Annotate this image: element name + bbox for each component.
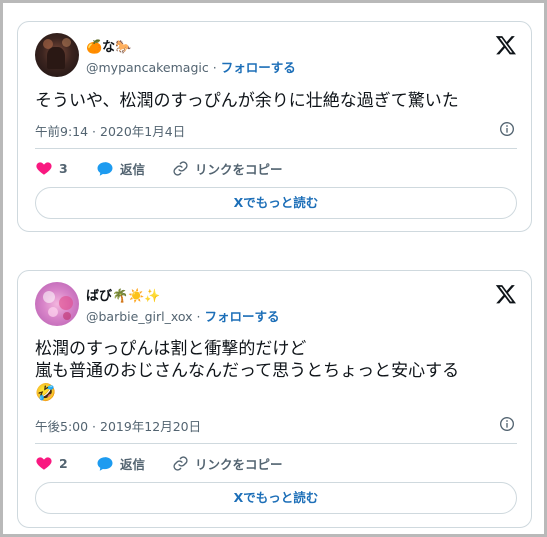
speech-bubble-icon — [97, 161, 113, 176]
link-icon — [173, 456, 188, 471]
tweet-text-line: 🤣 — [35, 383, 57, 403]
like-count: 2 — [59, 455, 68, 471]
divider — [35, 148, 517, 149]
avatar[interactable] — [35, 282, 79, 326]
timestamp[interactable]: 午後5:00 · 2019年12月20日 — [35, 416, 201, 435]
user-handle[interactable]: @mypancakemagic — [86, 60, 209, 75]
heart-icon — [36, 457, 52, 470]
copy-link-button[interactable]: リンクをコピー — [172, 159, 283, 178]
follow-button[interactable]: フォローする — [221, 60, 296, 75]
read-more-button[interactable]: Xでもっと読む — [35, 482, 517, 514]
timestamp[interactable]: 午前9:14 · 2020年1月4日 — [35, 121, 185, 140]
link-icon — [173, 161, 188, 176]
tweet-text: 松潤のすっぴんは割と衝撃的だけど 嵐も普通のおじさんなんだって思うとちょっと安心… — [35, 338, 459, 404]
embed-frame: 🍊な🐎 @mypancakemagic · フォローする そういや、松潤のすっぴ… — [0, 0, 547, 537]
like-count: 3 — [59, 160, 68, 176]
separator: · — [196, 309, 201, 324]
avatar[interactable] — [35, 33, 79, 77]
follow-button[interactable]: フォローする — [204, 309, 279, 324]
separator: · — [212, 60, 217, 75]
copy-link-label: リンクをコピー — [195, 162, 283, 177]
tweet-card[interactable]: 🍊な🐎 @mypancakemagic · フォローする そういや、松潤のすっぴ… — [17, 21, 532, 232]
like-button[interactable]: 2 — [35, 454, 68, 472]
tweet-text-line: そういや、松潤のすっぴんが余りに壮絶な過ぎて驚いた — [35, 91, 459, 111]
display-name[interactable]: ばび🌴☀️✨ — [86, 285, 161, 304]
x-logo-icon[interactable] — [495, 34, 517, 56]
reply-label: 返信 — [120, 457, 146, 472]
tweet-text-line: 嵐も普通のおじさんなんだって思うとちょっと安心する — [35, 361, 460, 381]
tweet-text: そういや、松潤のすっぴんが余りに壮絶な過ぎて驚いた — [35, 90, 459, 112]
reply-label: 返信 — [120, 162, 146, 177]
like-button[interactable]: 3 — [35, 159, 68, 177]
reply-button[interactable]: 返信 — [96, 454, 145, 473]
tweet-text-line: 松潤のすっぴんは割と衝撃的だけど — [35, 339, 307, 359]
copy-link-label: リンクをコピー — [195, 457, 283, 472]
info-icon[interactable] — [499, 416, 515, 432]
display-name[interactable]: 🍊な🐎 — [86, 36, 131, 55]
handle-row: @mypancakemagic · フォローする — [86, 57, 296, 76]
info-icon[interactable] — [499, 121, 515, 137]
x-logo-icon[interactable] — [495, 283, 517, 305]
reply-button[interactable]: 返信 — [96, 159, 145, 178]
read-more-button[interactable]: Xでもっと読む — [35, 187, 517, 219]
tweet-card[interactable]: ばび🌴☀️✨ @barbie_girl_xox · フォローする 松潤のすっぴん… — [17, 270, 532, 528]
copy-link-button[interactable]: リンクをコピー — [172, 454, 283, 473]
speech-bubble-icon — [97, 456, 113, 471]
handle-row: @barbie_girl_xox · フォローする — [86, 306, 280, 325]
user-handle[interactable]: @barbie_girl_xox — [86, 309, 193, 324]
heart-icon — [36, 162, 52, 175]
divider — [35, 443, 517, 444]
